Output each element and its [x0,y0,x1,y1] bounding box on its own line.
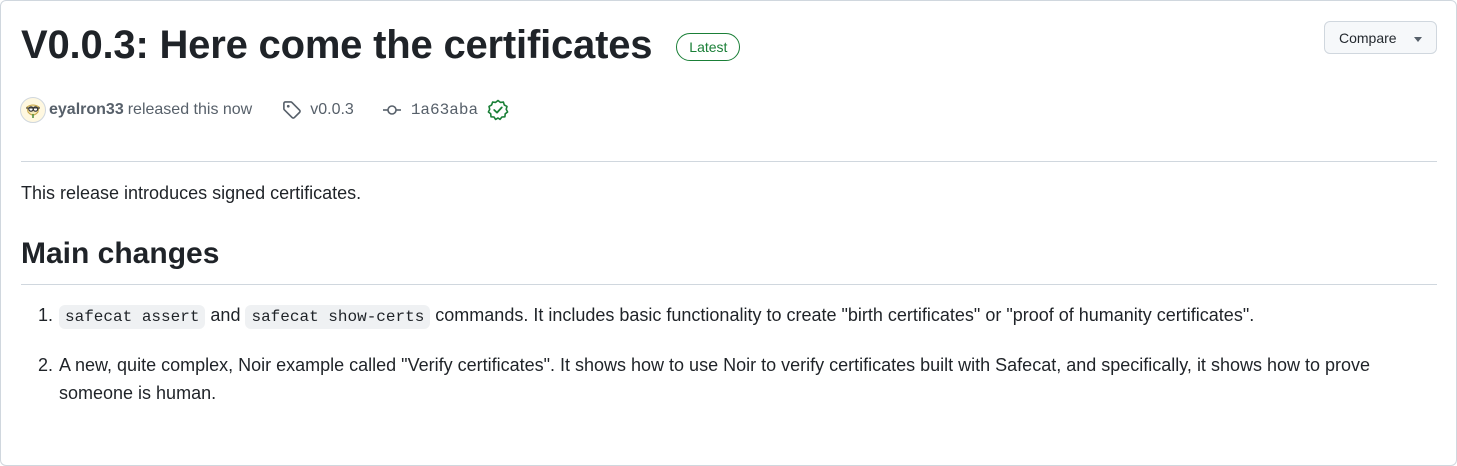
list-item-text: safecat assert and safecat show-certs co… [59,301,1421,331]
commit-link[interactable]: 1a63aba [382,100,478,120]
tag-icon [283,101,302,119]
divider [21,161,1437,162]
text-fragment: and [205,305,246,325]
list-item: 1. safecat assert and safecat show-certs… [21,301,1421,331]
release-header: V0.0.3: Here come the certificates Lates… [21,21,741,69]
git-commit-icon [382,105,401,115]
list-number: 1. [37,305,53,325]
inline-code: safecat assert [59,305,206,329]
compare-button[interactable]: Compare [1324,21,1437,54]
release-intro: This release introduces signed certifica… [21,183,362,203]
release-title[interactable]: V0.0.3: Here come the certificates [21,21,652,69]
compare-label: Compare [1339,29,1397,46]
changes-list: 1. safecat assert and safecat show-certs… [21,301,1421,427]
text-fragment: commands. It includes basic functionalit… [430,305,1255,325]
inline-code: safecat show-certs [245,305,431,329]
avatar[interactable] [20,97,46,123]
list-item: 2. A new, quite complex, Noir example ca… [21,351,1421,407]
list-number: 2. [37,355,53,375]
section-heading: Main changes [21,237,220,270]
tag-link[interactable]: v0.0.3 [282,100,354,120]
latest-badge: Latest [676,33,741,61]
list-item-text: A new, quite complex, Noir example calle… [59,355,1371,403]
commit-sha: 1a63aba [410,101,479,119]
tag-name: v0.0.3 [310,101,354,118]
release-meta: eyalron33 released this now v0.0.3 1a63a… [20,97,509,123]
release-card: V0.0.3: Here come the certificates Lates… [0,0,1457,466]
triangle-down-icon [1414,37,1422,42]
divider [21,284,1437,285]
verified-check-icon[interactable] [487,99,509,121]
author-link[interactable]: eyalron33 [49,101,124,119]
released-text: released this now [127,101,253,118]
